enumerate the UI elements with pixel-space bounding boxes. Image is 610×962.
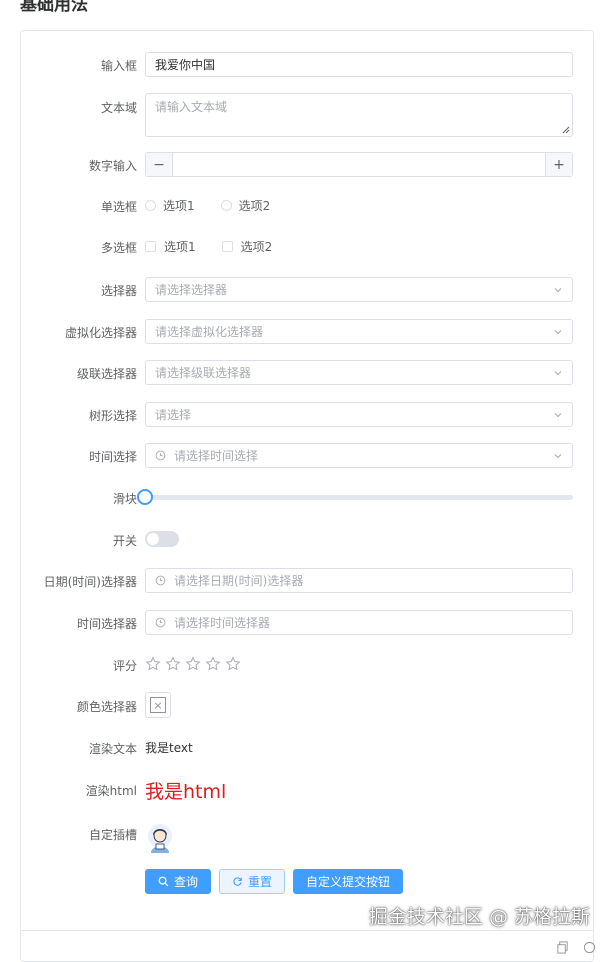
clock-icon [155, 575, 166, 586]
query-button-label: 查询 [174, 875, 199, 889]
slider-thumb[interactable] [137, 489, 153, 505]
toggle-switch[interactable] [145, 531, 179, 547]
chevron-down-icon [554, 287, 562, 292]
radio-option-label: 选项1 [163, 199, 195, 213]
color-picker[interactable]: × [145, 692, 171, 718]
render-text-label: 渲染文本 [88, 742, 137, 756]
checkbox-square-icon [221, 241, 233, 252]
clock-icon [155, 617, 166, 628]
datetime-picker[interactable]: 请选择日期(时间)选择器 [145, 568, 573, 593]
datetime-placeholder: 请选择日期(时间)选择器 [174, 574, 304, 588]
number-label: 数字输入 [88, 159, 137, 173]
checkbox-group: 选项1 选项2 [145, 238, 573, 255]
tree-label: 树形选择 [88, 409, 137, 423]
form-row-textarea: 文本域 请输入文本域 [21, 93, 593, 137]
cascader-label: 级联选择器 [76, 367, 137, 381]
select-label: 选择器 [100, 284, 137, 298]
rate-stars [145, 656, 573, 672]
radio-option-1[interactable]: 选项1 [145, 197, 195, 214]
textarea-label: 文本域 [100, 101, 137, 115]
checkbox-option-label: 选项1 [164, 240, 196, 254]
checkbox-label: 多选框 [100, 241, 137, 255]
page-title: 基础用法 [20, 0, 88, 15]
avatar-icon [148, 824, 172, 853]
chevron-down-icon [554, 370, 562, 375]
cascader-dropdown[interactable]: 请选择级联选择器 [145, 360, 573, 385]
button-group: 查询 重置 自定义提交按钮 [145, 869, 573, 894]
render-html-value: 我是html [145, 781, 227, 803]
slot-avatar [145, 821, 179, 858]
render-text-value: 我是text [145, 741, 193, 755]
tree-placeholder: 请选择 [155, 408, 192, 422]
resize-handle-icon[interactable] [562, 126, 570, 134]
radio-circle-icon [220, 200, 232, 211]
star-icon[interactable] [145, 656, 161, 672]
switch-knob [147, 533, 159, 545]
cascader-placeholder: 请选择级联选择器 [155, 366, 252, 380]
custom-submit-button[interactable]: 自定义提交按钮 [293, 869, 404, 894]
checkbox-option-label: 选项2 [240, 240, 273, 254]
star-icon[interactable] [225, 656, 241, 672]
star-icon[interactable] [185, 656, 201, 672]
switch-label: 开关 [112, 534, 137, 548]
color-picker-wrapper: × [145, 692, 171, 718]
rate-label: 评分 [112, 659, 137, 673]
radio-group: 选项1 选项2 [145, 197, 573, 214]
number-field[interactable] [173, 153, 545, 176]
tree-select-dropdown[interactable]: 请选择 [145, 402, 573, 427]
switch-wrapper [145, 531, 179, 547]
radio-option-label: 选项2 [238, 199, 271, 213]
card-footer-divider [21, 930, 593, 931]
chevron-down-icon [554, 453, 562, 458]
vselect-placeholder: 请选择虚拟化选择器 [155, 325, 264, 339]
radio-circle-icon [145, 200, 156, 211]
search-icon [158, 876, 169, 887]
checkbox-option-2[interactable]: 选项2 [221, 238, 273, 255]
color-label: 颜色选择器 [76, 700, 137, 714]
refresh-icon [233, 877, 242, 886]
input-label: 输入框 [100, 59, 137, 73]
text-input-value: 我爱你中国 [155, 58, 216, 72]
reset-button[interactable]: 重置 [219, 869, 286, 894]
reset-button-label: 重置 [248, 875, 273, 889]
select-dropdown[interactable]: 请选择选择器 [145, 277, 573, 302]
radio-label: 单选框 [100, 200, 137, 214]
slider-track[interactable] [145, 495, 573, 500]
textarea-field[interactable]: 请输入文本域 [145, 93, 573, 137]
time-picker-placeholder: 请选择时间选择器 [174, 616, 271, 630]
textarea-placeholder: 请输入文本域 [155, 100, 228, 114]
select-placeholder: 请选择选择器 [155, 283, 228, 297]
render-html-label: 渲染html [85, 784, 137, 798]
checkbox-square-icon [145, 241, 156, 252]
chevron-down-icon [554, 412, 562, 417]
custom-submit-label: 自定义提交按钮 [306, 875, 391, 889]
star-icon[interactable] [205, 656, 221, 672]
slot-label: 自定插槽 [88, 828, 137, 842]
watermark: 掘金技术社区 @ 苏格拉斯 [368, 906, 590, 928]
slider[interactable] [137, 489, 573, 505]
time-select-placeholder: 请选择时间选择 [174, 449, 259, 463]
color-empty-icon: × [150, 697, 166, 713]
time-picker[interactable]: 请选择时间选择器 [145, 610, 573, 635]
number-input: − + [145, 152, 573, 177]
decrease-button[interactable]: − [146, 153, 173, 176]
time-picker-label: 时间选择器 [76, 617, 137, 631]
vselect-label: 虚拟化选择器 [64, 326, 137, 340]
star-icon[interactable] [165, 656, 181, 672]
text-input[interactable]: 我爱你中国 [145, 52, 573, 77]
checkbox-option-1[interactable]: 选项1 [145, 238, 196, 255]
chevron-down-icon [554, 329, 562, 334]
virtual-select-dropdown[interactable]: 请选择虚拟化选择器 [145, 319, 573, 344]
form-card: 输入框 我爱你中国 文本域 请输入文本域 数字输入 − + 单选框 选项1 选项… [20, 30, 594, 962]
query-button[interactable]: 查询 [145, 869, 212, 894]
radio-option-2[interactable]: 选项2 [220, 197, 271, 214]
time-select-dropdown[interactable]: 请选择时间选择 [145, 443, 573, 468]
increase-button[interactable]: + [545, 153, 572, 176]
datetime-label: 日期(时间)选择器 [43, 575, 137, 589]
slider-label: 滑块 [112, 492, 137, 506]
time-select-label: 时间选择 [88, 450, 137, 464]
clock-icon [155, 450, 166, 461]
